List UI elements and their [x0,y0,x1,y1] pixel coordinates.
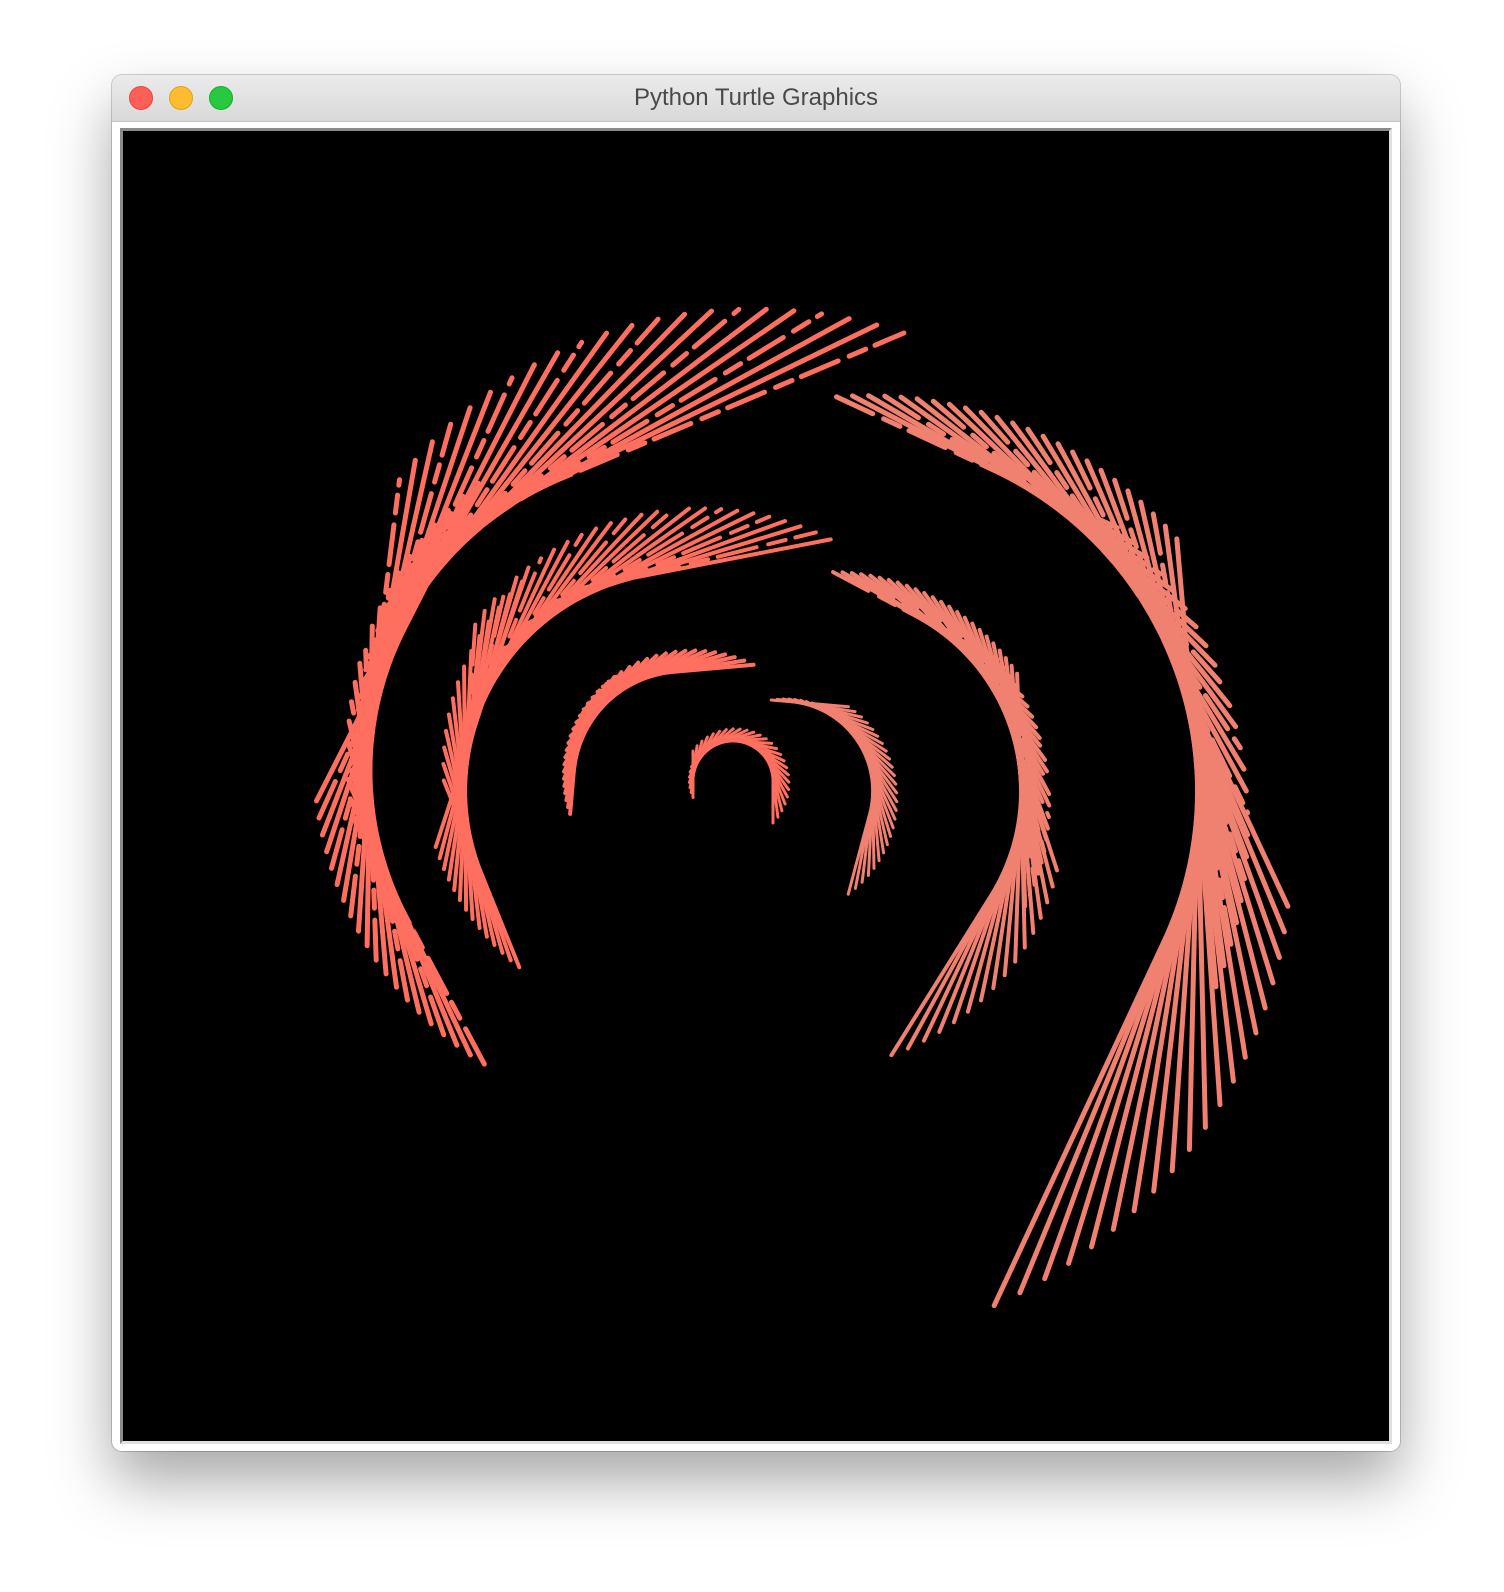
window-title: Python Turtle Graphics [633,84,879,111]
turtle-window: Python Turtle Graphics [112,75,1400,1451]
turtle-stroke [421,322,880,547]
turtle-stroke [889,842,1025,1058]
turtle-stroke [991,825,1220,1309]
canvas-frame [120,128,1392,1444]
turtle-drawing [314,306,1291,1309]
title-bar[interactable]: Python Turtle Graphics [112,75,1400,122]
turtle-canvas[interactable] [123,131,1389,1441]
window-content [112,122,1400,1451]
turtle-stroke [430,330,907,536]
